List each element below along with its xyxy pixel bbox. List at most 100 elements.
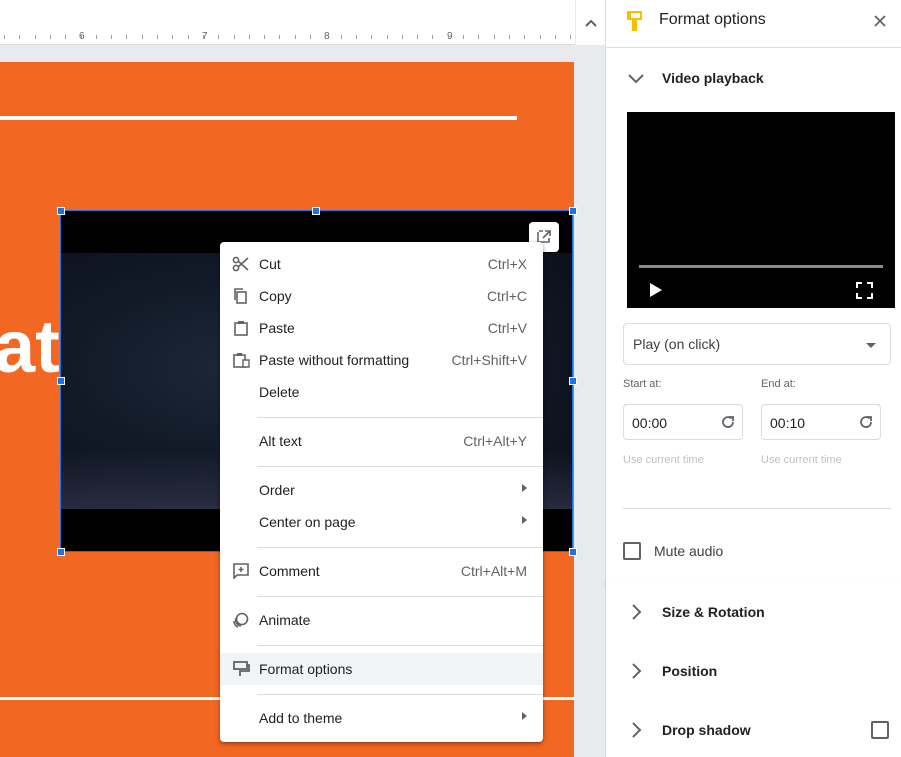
resize-handle[interactable] <box>569 548 577 556</box>
close-icon[interactable] <box>873 14 887 28</box>
copy-icon <box>234 288 247 304</box>
ruler-tick <box>95 35 97 39</box>
ruler-tick <box>233 35 235 39</box>
end-time-value: 00:10 <box>770 415 806 431</box>
ruler-tick <box>141 35 143 39</box>
ruler-tick <box>34 35 36 39</box>
video-playback-section-toggle[interactable]: Video playback <box>606 60 901 96</box>
ruler-tick <box>340 35 342 39</box>
refresh-icon[interactable] <box>720 414 736 430</box>
section-label: Size & Rotation <box>662 604 765 620</box>
play-icon[interactable] <box>649 282 663 298</box>
resize-handle[interactable] <box>312 207 320 215</box>
size-rotation-section-toggle[interactable]: Size & Rotation <box>606 594 901 630</box>
menu-item-shortcut: Ctrl+V <box>487 320 527 336</box>
menu-item-label: Format options <box>259 661 353 677</box>
video-preview-player[interactable] <box>627 112 895 308</box>
refresh-icon[interactable] <box>858 414 874 430</box>
menu-item-paste[interactable]: Paste Ctrl+V <box>220 312 543 344</box>
submenu-arrow-icon <box>522 484 527 492</box>
ruler-tick <box>248 35 250 39</box>
menu-divider <box>257 417 543 418</box>
context-menu: Cut Ctrl+X Copy Ctrl+C Paste Ctrl+V Past… <box>220 242 543 742</box>
ruler-tick <box>401 35 403 39</box>
ruler-tick <box>478 35 480 39</box>
menu-item-delete[interactable]: Delete <box>220 376 543 408</box>
position-section-toggle[interactable]: Position <box>606 653 901 689</box>
clipboard-icon <box>234 321 248 336</box>
menu-item-alt-text[interactable]: Alt text Ctrl+Alt+Y <box>220 425 543 457</box>
slide-title-text[interactable]: at <box>0 310 60 384</box>
menu-item-shortcut: Ctrl+C <box>486 288 527 304</box>
ruler-tick <box>80 35 82 39</box>
horizontal-ruler[interactable]: 6 7 8 9 <box>0 0 575 45</box>
end-time-input[interactable]: 00:10 <box>761 404 881 440</box>
menu-item-label: Add to theme <box>259 710 343 726</box>
resize-handle[interactable] <box>569 207 577 215</box>
ruler-tick <box>218 35 220 39</box>
menu-item-label: Paste <box>259 320 295 336</box>
slide-decoration-line <box>0 116 517 120</box>
ruler-tick <box>49 35 51 39</box>
menu-item-label: Copy <box>259 288 292 304</box>
resize-handle[interactable] <box>57 548 65 556</box>
start-at-label: Start at: <box>623 378 662 390</box>
panel-header: Format options <box>606 0 901 48</box>
ruler-tick <box>65 35 67 39</box>
menu-item-label: Paste without formatting <box>259 352 410 368</box>
menu-item-comment[interactable]: Comment Ctrl+Alt+M <box>220 555 543 587</box>
menu-divider <box>257 694 543 695</box>
ruler-tick <box>111 35 113 39</box>
menu-item-add-to-theme[interactable]: Add to theme <box>220 702 543 734</box>
section-label: Position <box>662 663 718 679</box>
menu-item-order[interactable]: Order <box>220 474 543 506</box>
fullscreen-icon[interactable] <box>856 282 873 299</box>
ruler-tick <box>554 35 556 39</box>
use-current-time-start-link[interactable]: Use current time <box>623 454 704 466</box>
drop-shadow-section-toggle[interactable]: Drop shadow <box>606 712 901 748</box>
drop-shadow-checkbox[interactable] <box>871 721 889 739</box>
ruler-tick <box>325 35 327 39</box>
menu-item-animate[interactable]: Animate <box>220 604 543 636</box>
menu-item-label: Cut <box>259 256 281 272</box>
animate-icon <box>233 612 249 628</box>
menu-item-copy[interactable]: Copy Ctrl+C <box>220 280 543 312</box>
video-progress-bar[interactable] <box>639 265 883 268</box>
ruler-tick <box>371 35 373 39</box>
resize-handle[interactable] <box>569 377 577 385</box>
play-mode-dropdown[interactable]: Play (on click) <box>623 323 891 365</box>
dropdown-arrow-icon <box>866 343 876 348</box>
ruler-tick <box>202 35 204 39</box>
menu-divider <box>257 596 543 597</box>
menu-item-cut[interactable]: Cut Ctrl+X <box>220 248 543 280</box>
chevron-right-icon <box>632 663 642 679</box>
ruler-tick <box>4 35 5 39</box>
clipboard-plain-icon <box>233 353 250 368</box>
menu-item-label: Delete <box>259 384 300 400</box>
play-mode-value: Play (on click) <box>633 336 721 352</box>
chevron-right-icon <box>632 722 642 738</box>
menu-item-paste-without-formatting[interactable]: Paste without formatting Ctrl+Shift+V <box>220 344 543 376</box>
ruler-tick <box>417 35 419 39</box>
ruler-tick <box>19 35 21 39</box>
format-paint-icon <box>233 661 250 676</box>
ruler-tick <box>386 35 388 39</box>
menu-divider <box>257 466 543 467</box>
menu-item-format-options[interactable]: Format options <box>220 653 543 685</box>
menu-item-label: Center on page <box>259 514 356 530</box>
menu-item-center-on-page[interactable]: Center on page <box>220 506 543 538</box>
resize-handle[interactable] <box>57 207 65 215</box>
ruler-tick <box>493 35 495 39</box>
submenu-arrow-icon <box>522 712 527 720</box>
menu-item-shortcut: Ctrl+Alt+M <box>460 563 527 579</box>
menu-item-label: Animate <box>259 612 311 628</box>
mute-audio-checkbox[interactable] <box>623 542 641 560</box>
chevron-down-icon <box>628 74 644 84</box>
ruler-tick <box>172 35 174 39</box>
ruler-tick <box>570 35 572 39</box>
ruler-tick <box>126 35 128 39</box>
use-current-time-end-link[interactable]: Use current time <box>761 454 842 466</box>
resize-handle[interactable] <box>57 377 65 385</box>
start-time-input[interactable]: 00:00 <box>623 404 743 440</box>
hide-menus-button[interactable] <box>576 0 605 45</box>
